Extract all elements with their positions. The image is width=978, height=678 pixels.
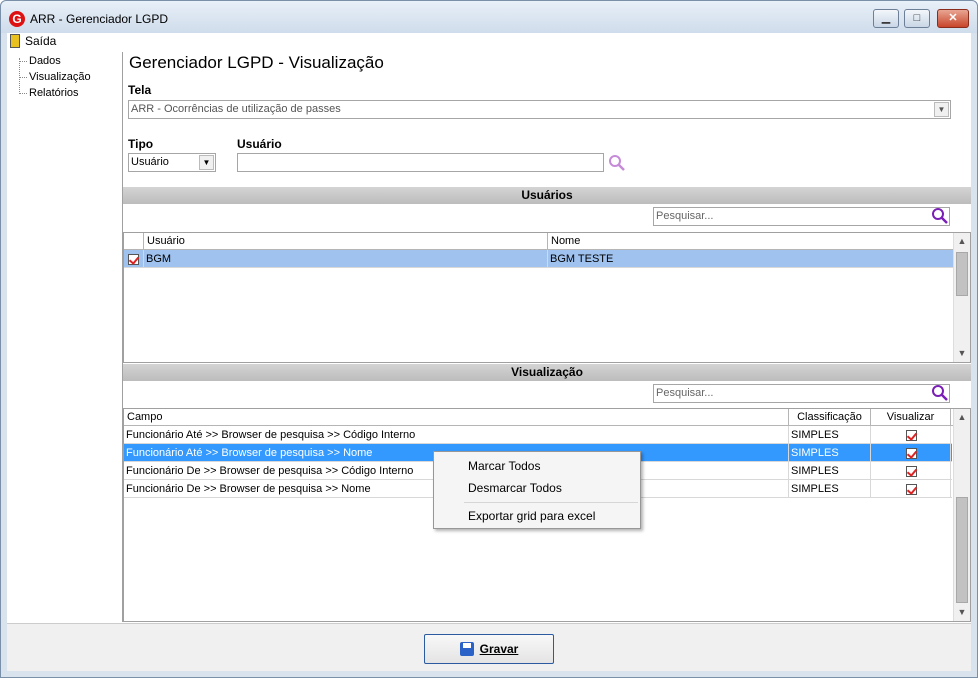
users-grid: Usuário Nome BGM BGM TESTE ▲ ▼ bbox=[123, 232, 971, 363]
cell-classificacao: SIMPLES bbox=[789, 480, 871, 498]
check-icon[interactable] bbox=[128, 253, 139, 265]
check-icon[interactable] bbox=[906, 447, 917, 459]
tipo-value: Usuário bbox=[131, 156, 169, 168]
check-icon[interactable] bbox=[906, 429, 917, 441]
sidebar-item-dados[interactable]: Dados bbox=[19, 55, 61, 67]
search-icon[interactable] bbox=[608, 154, 626, 172]
users-section-header: Usuários bbox=[123, 187, 971, 204]
floppy-disk-icon bbox=[459, 641, 474, 656]
app-window: G ARR - Gerenciador LGPD ▁ □ ✕ Saída Dad… bbox=[0, 0, 978, 678]
page-title: Gerenciador LGPD - Visualização bbox=[129, 53, 384, 72]
chevron-down-icon[interactable]: ▼ bbox=[934, 102, 949, 117]
search-icon[interactable] bbox=[931, 207, 949, 225]
cell-campo: Funcionário Até >> Browser de pesquisa >… bbox=[124, 426, 789, 444]
sidebar-tree: Dados Visualização Relatórios bbox=[9, 52, 123, 622]
maximize-button[interactable]: □ bbox=[904, 9, 930, 28]
menu-bar: Saída bbox=[7, 33, 971, 50]
sidebar-item-visualizacao[interactable]: Visualização bbox=[19, 71, 91, 83]
cell-visualizar[interactable] bbox=[871, 480, 951, 498]
scroll-thumb[interactable] bbox=[956, 252, 968, 296]
users-grid-header: Usuário Nome bbox=[124, 233, 954, 250]
cell-nome: BGM TESTE bbox=[548, 250, 954, 268]
check-icon[interactable] bbox=[906, 483, 917, 495]
app-logo-icon: G bbox=[9, 11, 25, 27]
cell-visualizar[interactable] bbox=[871, 426, 951, 444]
scroll-down-icon[interactable]: ▼ bbox=[954, 345, 970, 361]
select-column-header bbox=[124, 233, 144, 250]
window-title: ARR - Gerenciador LGPD bbox=[30, 12, 169, 26]
cell-usuario: BGM bbox=[144, 250, 548, 268]
menu-separator bbox=[464, 502, 638, 503]
column-header-visualizar[interactable]: Visualizar bbox=[871, 409, 951, 426]
cell-visualizar[interactable] bbox=[871, 462, 951, 480]
menu-item-marcar-todos[interactable]: Marcar Todos bbox=[468, 459, 540, 473]
tela-value: ARR - Ocorrências de utilização de passe… bbox=[131, 103, 341, 115]
tipo-label: Tipo bbox=[128, 137, 154, 151]
scroll-thumb[interactable] bbox=[956, 497, 968, 603]
tela-label: Tela bbox=[128, 83, 152, 97]
users-search-input[interactable]: Pesquisar... bbox=[653, 207, 950, 226]
cell-classificacao: SIMPLES bbox=[789, 444, 871, 462]
tela-select[interactable]: ARR - Ocorrências de utilização de passe… bbox=[128, 100, 951, 119]
check-icon[interactable] bbox=[906, 465, 917, 477]
table-row[interactable]: BGM BGM TESTE bbox=[124, 250, 954, 268]
table-row[interactable]: Funcionário Até >> Browser de pesquisa >… bbox=[124, 426, 952, 444]
close-button[interactable]: ✕ bbox=[937, 9, 969, 28]
users-scrollbar[interactable]: ▲ ▼ bbox=[953, 233, 970, 362]
usuario-input[interactable] bbox=[237, 153, 604, 172]
footer-bar: Gravar bbox=[7, 623, 971, 671]
menu-exit[interactable]: Saída bbox=[25, 34, 56, 48]
exit-door-icon[interactable] bbox=[10, 34, 20, 48]
column-header-nome[interactable]: Nome bbox=[548, 233, 954, 250]
scroll-up-icon[interactable]: ▲ bbox=[954, 409, 970, 425]
scroll-up-icon[interactable]: ▲ bbox=[954, 233, 970, 249]
row-checkbox[interactable] bbox=[124, 250, 144, 268]
cell-visualizar[interactable] bbox=[871, 444, 951, 462]
cell-classificacao: SIMPLES bbox=[789, 426, 871, 444]
menu-item-desmarcar-todos[interactable]: Desmarcar Todos bbox=[468, 481, 562, 495]
view-grid-header: Campo Classificação Visualizar bbox=[124, 409, 954, 426]
column-header-campo[interactable]: Campo bbox=[124, 409, 789, 426]
search-icon[interactable] bbox=[931, 384, 949, 402]
column-header-usuario[interactable]: Usuário bbox=[144, 233, 548, 250]
cell-classificacao: SIMPLES bbox=[789, 462, 871, 480]
sidebar-item-relatorios[interactable]: Relatórios bbox=[19, 87, 79, 99]
scroll-down-icon[interactable]: ▼ bbox=[954, 604, 970, 620]
context-menu: Marcar Todos Desmarcar Todos Exportar gr… bbox=[433, 451, 641, 529]
save-button-label: Gravar bbox=[479, 642, 519, 656]
view-search-input[interactable]: Pesquisar... bbox=[653, 384, 950, 403]
view-section-header: Visualização bbox=[123, 364, 971, 381]
save-button[interactable]: Gravar bbox=[424, 634, 554, 664]
view-scrollbar[interactable]: ▲ ▼ bbox=[953, 409, 970, 621]
menu-item-exportar-excel[interactable]: Exportar grid para excel bbox=[468, 509, 595, 523]
column-header-classificacao[interactable]: Classificação bbox=[789, 409, 871, 426]
client-area: Dados Visualização Relatórios Gerenciado… bbox=[7, 50, 971, 623]
main-panel: Gerenciador LGPD - Visualização Tela ARR… bbox=[123, 50, 971, 623]
minimize-button[interactable]: ▁ bbox=[873, 9, 899, 28]
title-bar[interactable]: G ARR - Gerenciador LGPD ▁ □ ✕ bbox=[1, 1, 977, 33]
tree-connector bbox=[19, 58, 20, 92]
tipo-select[interactable]: Usuário ▼ bbox=[128, 153, 216, 172]
usuario-label: Usuário bbox=[237, 137, 282, 151]
chevron-down-icon[interactable]: ▼ bbox=[199, 155, 214, 170]
